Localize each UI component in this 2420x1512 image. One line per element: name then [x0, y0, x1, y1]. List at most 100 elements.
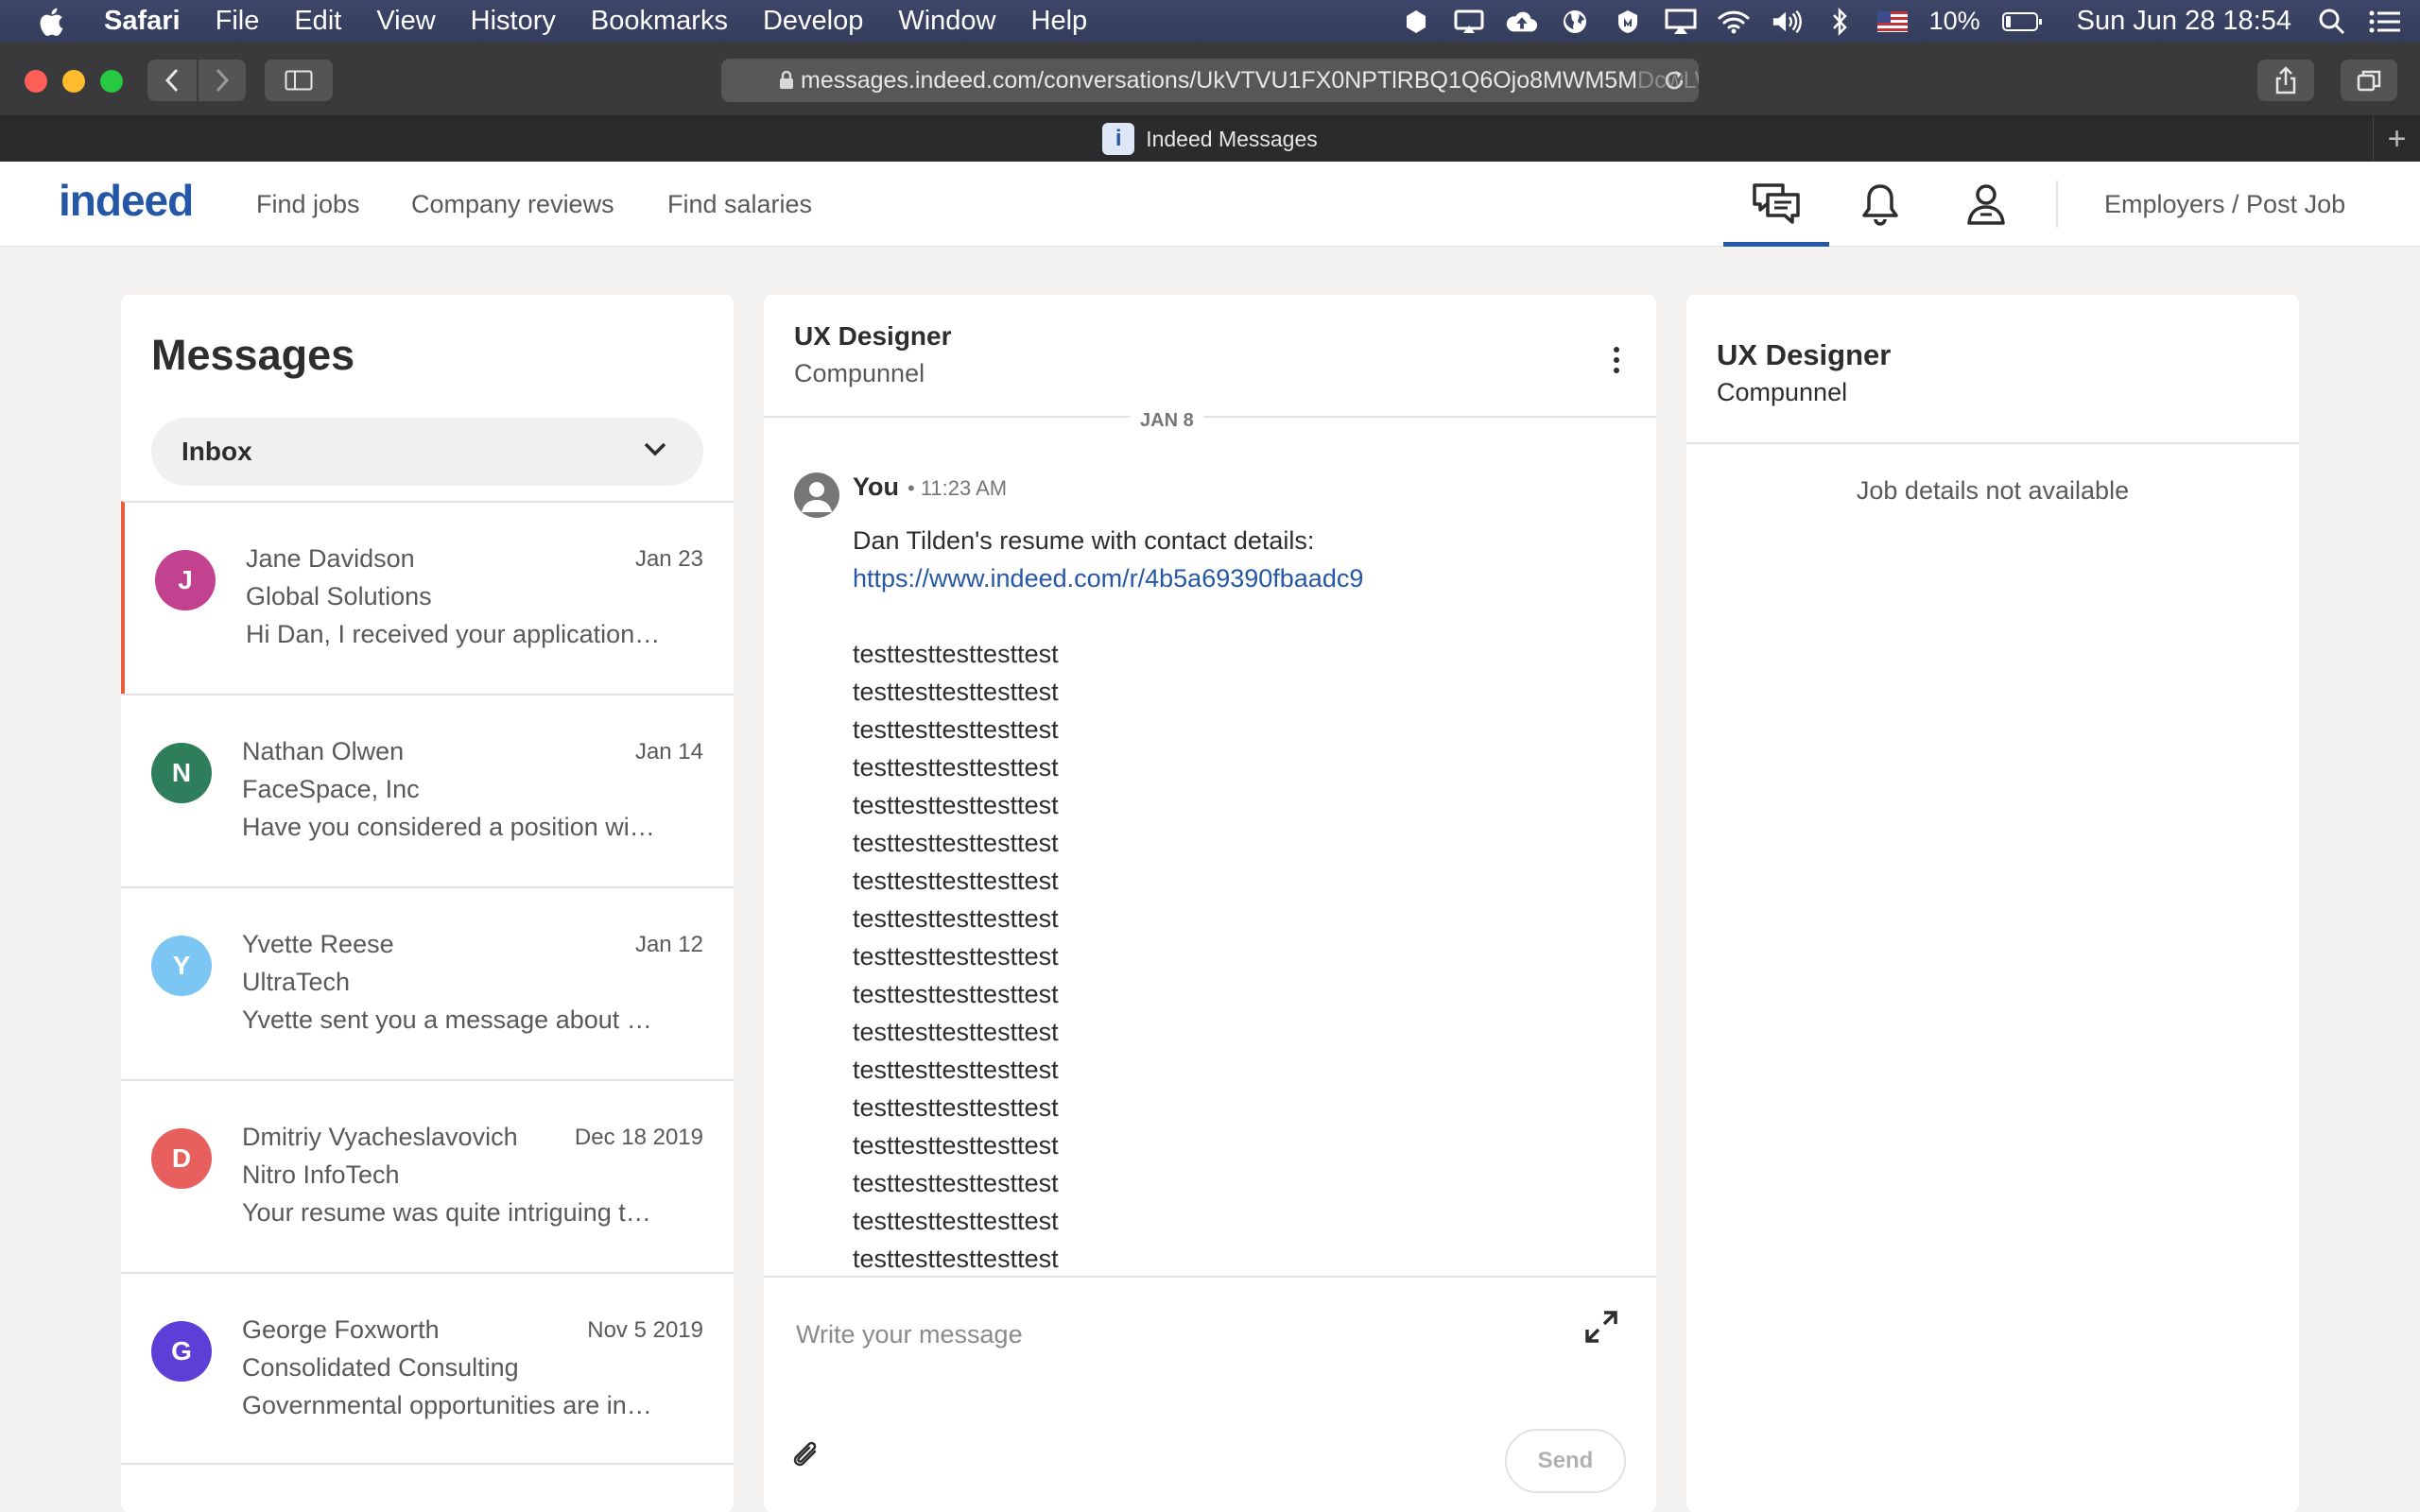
inbox-filter-dropdown[interactable]: Inbox	[151, 418, 703, 486]
menu-safari[interactable]: Safari	[104, 6, 181, 37]
active-tab[interactable]: i Indeed Messages	[1102, 123, 1318, 155]
conversation-name: Nathan Olwen	[242, 737, 405, 765]
reload-icon[interactable]	[1663, 69, 1685, 92]
menu-window[interactable]: Window	[898, 6, 995, 37]
chevron-right-icon	[216, 68, 230, 93]
status-app-icon[interactable]	[1400, 8, 1432, 36]
apple-logo-icon[interactable]	[36, 6, 64, 38]
more-options-icon[interactable]	[1611, 346, 1622, 374]
url-bar[interactable]: messages.indeed.com/conversations/UkVTVU…	[721, 59, 1699, 102]
paperclip-icon[interactable]	[790, 1438, 822, 1474]
menu-develop[interactable]: Develop	[763, 6, 863, 37]
avatar: G	[151, 1321, 212, 1382]
nav-divider	[2056, 180, 2058, 228]
conversation-item-yvette-reese[interactable]: Y Yvette Reese Jan 12 UltraTech Yvette s…	[121, 886, 734, 1079]
conversation-item-nathan-olwen[interactable]: N Nathan Olwen Jan 14 FaceSpace, Inc Hav…	[121, 694, 734, 886]
messages-panel: Messages Inbox J Jane Davidson Jan 23 Gl…	[121, 295, 734, 1512]
conversation-date: Dec 18 2019	[574, 1125, 703, 1150]
avatar: Y	[151, 936, 212, 996]
conversation-list: J Jane Davidson Jan 23 Global Solutions …	[121, 501, 734, 1465]
message-line: testtesttesttesttest	[853, 1131, 1059, 1160]
conversation-item-jane-davidson[interactable]: J Jane Davidson Jan 23 Global Solutions …	[121, 501, 734, 694]
messages-icon	[1753, 183, 1800, 224]
nav-find-jobs[interactable]: Find jobs	[256, 190, 360, 219]
conversation-company: Consolidated Consulting	[242, 1353, 519, 1382]
message-line: testtesttesttesttest	[853, 867, 1059, 895]
menu-history[interactable]: History	[471, 6, 556, 37]
chevron-down-icon	[644, 442, 666, 456]
conversation-preview: Have you considered a position with our …	[242, 813, 658, 841]
us-flag-icon[interactable]	[1876, 8, 1909, 36]
conversation-company: Nitro InfoTech	[242, 1160, 400, 1189]
expand-icon[interactable]	[1584, 1310, 1618, 1344]
menu-file[interactable]: File	[216, 6, 260, 37]
conversation-preview: Hi Dan, I received your application for …	[246, 620, 662, 648]
nav-employers-post-job[interactable]: Employers / Post Job	[2104, 190, 2345, 219]
forward-button[interactable]	[199, 60, 246, 101]
conversation-item-dmitriy-vyacheslavovich[interactable]: D Dmitriy Vyacheslavovich Dec 18 2019 Ni…	[121, 1079, 734, 1272]
battery-percent: 10%	[1928, 7, 1980, 35]
zoom-window-button[interactable]	[100, 70, 123, 93]
menu-help[interactable]: Help	[1031, 6, 1088, 37]
menu-view[interactable]: View	[376, 6, 435, 37]
menubar-clock[interactable]: Sun Jun 28 18:54	[2077, 6, 2291, 37]
message-time: • 11:23 AM	[908, 476, 1008, 500]
lock-icon	[780, 70, 793, 89]
user-icon	[1967, 184, 2005, 225]
message-line: testtesttesttesttest	[853, 1169, 1059, 1197]
minimize-window-button[interactable]	[62, 70, 85, 93]
menu-edit[interactable]: Edit	[294, 6, 341, 37]
bluetooth-icon[interactable]	[1824, 7, 1856, 36]
new-tab-button[interactable]: +	[2373, 116, 2420, 162]
nav-find-salaries[interactable]: Find salaries	[667, 190, 812, 219]
wifi-icon[interactable]	[1718, 8, 1750, 36]
conversation-date: Jan 14	[634, 739, 703, 765]
globe-icon[interactable]	[1559, 8, 1591, 36]
avatar: D	[151, 1128, 212, 1189]
malwarebytes-icon[interactable]	[1612, 8, 1644, 36]
nav-company-reviews[interactable]: Company reviews	[411, 190, 614, 219]
message-line: testtesttesttesttest	[853, 829, 1059, 857]
conversation-date: Jan 23	[634, 546, 703, 572]
volume-icon[interactable]	[1771, 8, 1803, 36]
url-text: messages.indeed.com/conversations/UkVTVU…	[801, 66, 1638, 94]
chevron-left-icon	[164, 68, 179, 93]
job-company: Compunnel	[1717, 378, 1848, 406]
menu-bookmarks[interactable]: Bookmarks	[591, 6, 728, 37]
divider	[1686, 442, 2299, 444]
back-button[interactable]	[147, 60, 197, 101]
message-line: testtesttesttesttest	[853, 1018, 1059, 1046]
conversation-preview: Governmental opportunities are in high d…	[242, 1391, 658, 1419]
share-icon	[2275, 66, 2296, 94]
messages-nav-button[interactable]	[1748, 179, 1805, 230]
send-button[interactable]: Send	[1505, 1429, 1626, 1493]
close-window-button[interactable]	[25, 70, 47, 93]
notifications-nav-button[interactable]	[1852, 179, 1909, 230]
user-avatar-icon	[802, 482, 832, 512]
conversation-preview: Your resume was quite intriguing to our …	[242, 1198, 658, 1227]
message-input[interactable]	[796, 1306, 1552, 1363]
message-line: testtesttesttesttest	[853, 1056, 1059, 1084]
inbox-filter-value: Inbox	[182, 437, 252, 466]
macos-menubar: Safari File Edit View History Bookmarks …	[0, 0, 2420, 43]
job-details-panel: UX Designer Compunnel Job details not av…	[1686, 295, 2299, 1512]
resume-link[interactable]: https://www.indeed.com/r/4b5a69390fbaadc…	[853, 564, 1363, 593]
cloud-upload-icon[interactable]	[1506, 8, 1538, 36]
notification-center-icon[interactable]	[2369, 8, 2401, 36]
profile-nav-button[interactable]	[1958, 179, 2014, 230]
screen-mirror-icon[interactable]	[1453, 8, 1485, 36]
avatar: J	[155, 550, 216, 610]
share-button[interactable]	[2257, 60, 2314, 101]
message-line: testtesttesttesttest	[853, 980, 1059, 1008]
airplay-icon[interactable]	[1665, 8, 1697, 36]
tabs-overview-button[interactable]	[2341, 60, 2397, 101]
message-line: testtesttesttesttest	[853, 1093, 1059, 1122]
spotlight-search-icon[interactable]	[2316, 8, 2348, 36]
tab-bar: i Indeed Messages +	[0, 116, 2420, 162]
indeed-logo[interactable]: indeed	[59, 175, 194, 226]
sidebar-toggle-button[interactable]	[265, 60, 333, 101]
conversation-item-george-foxworth[interactable]: G George Foxworth Nov 5 2019 Consolidate…	[121, 1272, 734, 1465]
battery-icon[interactable]	[2001, 8, 2043, 36]
conversation-name: George Foxworth	[242, 1315, 440, 1344]
message-line: testtesttesttesttest	[853, 1245, 1059, 1273]
